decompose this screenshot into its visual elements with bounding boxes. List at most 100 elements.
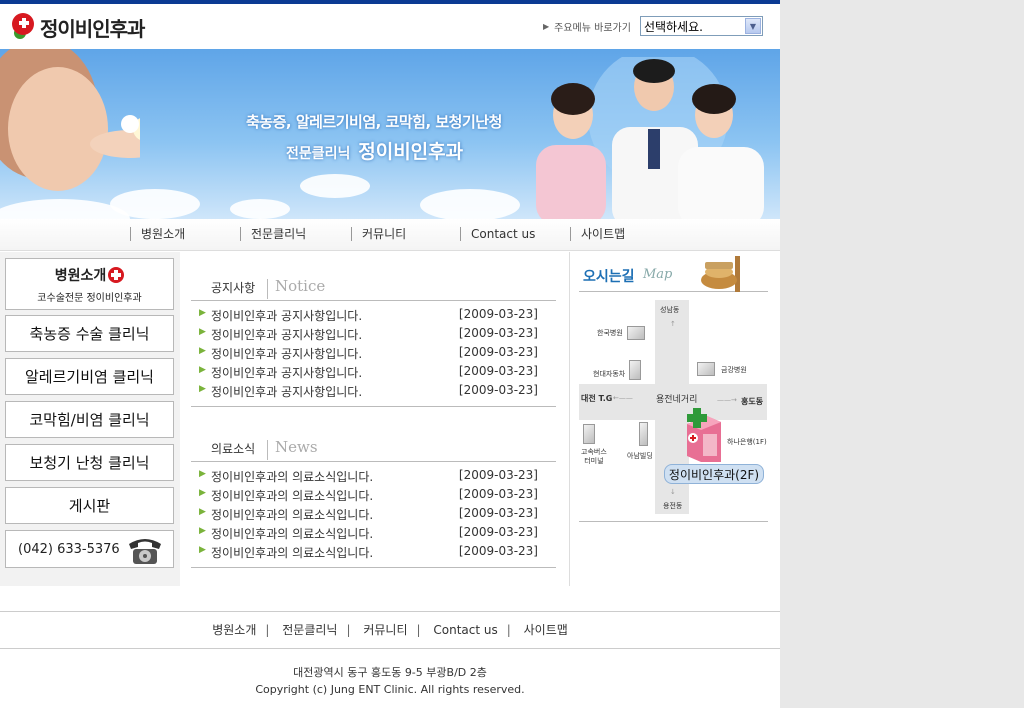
page: 정이비인후과 ▶ 주요메뉴 바로가기 선택하세요. ▼ 축농증, 알레르기비염,… [0, 0, 780, 708]
lnb-allergy-button[interactable]: 알레르기비염 클리닉 [5, 358, 174, 395]
lnb-hearing-button[interactable]: 보청기 난청 클리닉 [5, 444, 174, 481]
logo-mark-icon [108, 266, 125, 283]
notice-item-title[interactable]: 정이비인후과 공지사항입니다. [211, 383, 362, 400]
notice-item-date: [2009-03-23] [458, 326, 538, 340]
notice-board: 공지사항 Notice ▶ 정이비인후과 공지사항입니다. [2009-03-23]… [191, 271, 556, 407]
arrow-icon: ▶ [199, 469, 206, 479]
nav-item-contact[interactable]: Contact us [460, 227, 535, 241]
arrow-icon: ▶ [199, 488, 206, 498]
footer-divider [0, 611, 780, 612]
arrow-icon: ▶ [199, 308, 206, 318]
quick-nav: ▶ 주요메뉴 바로가기 선택하세요. ▼ [543, 16, 763, 36]
arrow-icon: ▶ [199, 507, 206, 517]
notice-item-date: [2009-03-23] [458, 307, 538, 321]
notice-item-date: [2009-03-23] [458, 345, 538, 359]
news-item-title[interactable]: 정이비인후과의 의료소식입니다. [211, 487, 373, 504]
notice-list: ▶ 정이비인후과 공지사항입니다. [2009-03-23] ▶ 정이비인후과 공지사… [191, 301, 556, 402]
nav-item-about[interactable]: 병원소개 [130, 227, 185, 241]
list-item[interactable]: ▶ 정이비인후과의 의료소식입니다. [2009-03-23] [191, 506, 556, 525]
footer-address: 대전광역시 동구 홍도동 9-5 부광B/D 2층 [293, 666, 487, 679]
map-label-center: 용전네거리 [656, 395, 698, 405]
notice-item-title[interactable]: 정이비인후과 공지사항입니다. [211, 345, 362, 362]
list-item[interactable]: ▶ 정이비인후과 공지사항입니다. [2009-03-23] [191, 345, 556, 364]
arrow-icon: ▶ [199, 327, 206, 337]
news-item-title[interactable]: 정이비인후과의 의료소식입니다. [211, 525, 373, 542]
phone-number: (042) 633-5376 [18, 541, 120, 557]
phone-icon [129, 539, 161, 564]
arrow-icon: ↑ [670, 320, 676, 328]
news-header: 의료소식 News [191, 432, 556, 462]
arrow-icon: ——→ [717, 396, 737, 404]
news-item-title[interactable]: 정이비인후과의 의료소식입니다. [211, 468, 373, 485]
footer-link-clinic[interactable]: 전문클리닉 [282, 623, 337, 637]
footer-link-sitemap[interactable]: 사이트맵 [524, 623, 568, 637]
notice-divider [191, 406, 556, 407]
notice-title[interactable]: 공지사항 [211, 279, 255, 296]
notice-item-title[interactable]: 정이비인후과 공지사항입니다. [211, 364, 362, 381]
column-divider [569, 252, 570, 586]
map-label-north: 성남동 [660, 306, 680, 314]
news-item-date: [2009-03-23] [458, 468, 538, 482]
notice-item-date: [2009-03-23] [458, 364, 538, 378]
nav-item-sitemap[interactable]: 사이트맵 [570, 227, 625, 241]
map-label-south: 용전동 [663, 502, 683, 510]
list-item[interactable]: ▶ 정이비인후과 공지사항입니다. [2009-03-23] [191, 383, 556, 402]
news-item-title[interactable]: 정이비인후과의 의료소식입니다. [211, 506, 373, 523]
building-icon [583, 424, 595, 444]
banner-sub-name: 정이비인후과 [358, 141, 464, 163]
list-item[interactable]: ▶ 정이비인후과의 의료소식입니다. [2009-03-23] [191, 525, 556, 544]
lnb-nasal-button[interactable]: 코막힘/비염 클리닉 [5, 401, 174, 438]
news-title[interactable]: 의료소식 [211, 440, 255, 457]
arrow-icon: ←—— [613, 394, 633, 402]
list-item[interactable]: ▶ 정이비인후과 공지사항입니다. [2009-03-23] [191, 364, 556, 383]
lnb-board-button[interactable]: 게시판 [5, 487, 174, 524]
news-item-date: [2009-03-23] [458, 487, 538, 501]
banner-doctors-image [536, 57, 764, 219]
list-item[interactable]: ▶ 정이비인후과의 의료소식입니다. [2009-03-23] [191, 487, 556, 506]
arrow-icon: ↓ [670, 488, 676, 496]
lnb-intro-title-text: 병원소개 [54, 267, 107, 284]
banner-woman-image [0, 49, 140, 191]
map-divider [579, 521, 768, 522]
list-item[interactable]: ▶ 정이비인후과 공지사항입니다. [2009-03-23] [191, 307, 556, 326]
map-label-hana: 하나은행(1F) [727, 438, 767, 446]
quick-nav-label: 주요메뉴 바로가기 [554, 22, 631, 34]
banner-title: 축농증, 알레르기비염, 코막힘, 보청기난청 [246, 113, 502, 131]
arrow-icon: ▶ [199, 365, 206, 375]
map-sign-icon [701, 256, 740, 292]
main-banner: 축농증, 알레르기비염, 코막힘, 보청기난청 전문클리닉 정이비인후과 [0, 49, 780, 219]
lnb-intro-button[interactable]: 병원소개 코수술전문 정이비인후과 [5, 258, 174, 310]
footer-link-community[interactable]: 커뮤니티 [363, 623, 407, 637]
list-item[interactable]: ▶ 정이비인후과의 의료소식입니다. [2009-03-23] [191, 544, 556, 563]
notice-item-title[interactable]: 정이비인후과 공지사항입니다. [211, 326, 362, 343]
news-item-title[interactable]: 정이비인후과의 의료소식입니다. [211, 544, 373, 561]
footer-link-about[interactable]: 병원소개 [212, 623, 256, 637]
main-nav: 병원소개 전문클리닉 커뮤니티 Contact us 사이트맵 [0, 219, 780, 251]
notice-item-title[interactable]: 정이비인후과 공지사항입니다. [211, 307, 362, 324]
site-logo[interactable]: 정이비인후과 [12, 12, 145, 42]
lnb-intro-title: 병원소개 [55, 265, 125, 285]
arrow-icon: ▶ [199, 545, 206, 555]
list-item[interactable]: ▶ 정이비인후과 공지사항입니다. [2009-03-23] [191, 326, 556, 345]
map-title[interactable]: 오시는길 [583, 266, 635, 286]
map-label-korea-hospital: 한국병원 [597, 329, 623, 337]
nav-item-community[interactable]: 커뮤니티 [351, 227, 406, 241]
location-map[interactable]: 성남동 ↑ 한국병원 현대자동차 금강병원 대전 T.G ←—— 용전네거리 —… [579, 300, 767, 514]
quick-nav-select[interactable]: 선택하세요. ▼ [639, 16, 763, 36]
phone-box: (042) 633-5376 [5, 530, 174, 568]
arrow-icon: ▶ [543, 21, 550, 31]
list-item[interactable]: ▶ 정이비인후과의 의료소식입니다. [2009-03-23] [191, 468, 556, 487]
news-list: ▶ 정이비인후과의 의료소식입니다. [2009-03-23] ▶ 정이비인후과의 의… [191, 462, 556, 563]
footer-link-contact[interactable]: Contact us [433, 623, 497, 637]
arrow-icon: ▶ [199, 526, 206, 536]
quick-nav-select-value: 선택하세요. [643, 19, 703, 34]
select-dropdown-icon[interactable]: ▼ [744, 18, 761, 34]
nav-item-clinic[interactable]: 전문클리닉 [240, 227, 306, 241]
footer-divider [0, 648, 780, 649]
map-label-geumgang: 금강병원 [721, 366, 747, 374]
lnb-sinusitis-button[interactable]: 축농증 수술 클리닉 [5, 315, 174, 352]
news-item-date: [2009-03-23] [458, 544, 538, 558]
notice-item-date: [2009-03-23] [458, 383, 538, 397]
top-bar [0, 0, 780, 4]
arrow-icon: ▶ [199, 384, 206, 394]
